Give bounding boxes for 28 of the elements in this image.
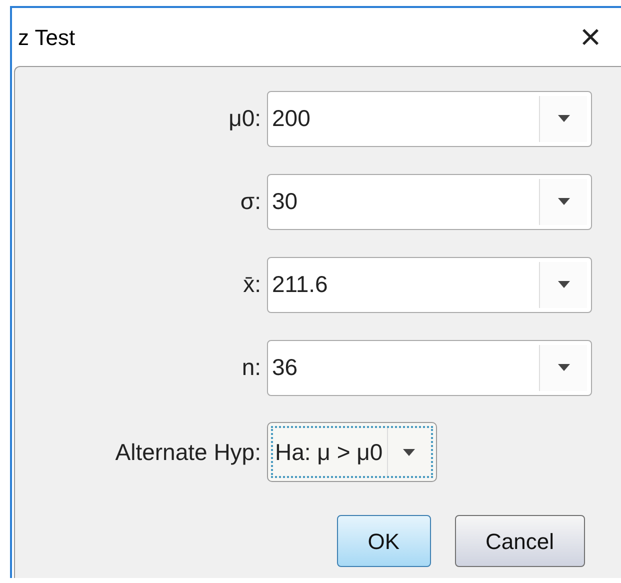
dialog-button[interactable]: OK <box>336 515 431 567</box>
dropdown-button[interactable] <box>539 344 587 390</box>
caret-icon <box>558 115 570 122</box>
field-label: Alternate Hyp: <box>114 438 262 467</box>
field-label: n: <box>240 353 262 382</box>
caret-icon <box>558 198 570 205</box>
field-label: μ0: <box>228 104 262 134</box>
close-button[interactable]: × <box>572 19 609 55</box>
caret-icon <box>558 364 570 371</box>
window-title: z Test <box>18 24 76 52</box>
field-label: σ: <box>239 187 262 216</box>
dropdown-button[interactable] <box>539 96 587 142</box>
combo-field[interactable]: 30 <box>267 174 592 230</box>
field-value: 30 <box>271 187 299 216</box>
caret-icon <box>558 281 570 288</box>
caret-icon <box>403 448 416 456</box>
field-value: 200 <box>271 104 312 134</box>
field-value: 211.6 <box>271 270 329 300</box>
combo-field[interactable]: 36 <box>267 340 592 396</box>
combo-field[interactable]: 200 <box>267 90 592 146</box>
field-value: Ha: μ > μ0 <box>274 438 384 467</box>
dialog-button[interactable]: Cancel <box>454 515 585 567</box>
dropdown-button[interactable] <box>539 262 587 308</box>
combo-field[interactable]: Ha: μ > μ0 <box>267 422 437 482</box>
field-label: x̄: <box>242 270 262 300</box>
field-value: 36 <box>271 353 299 382</box>
combo-field[interactable]: 211.6 <box>267 256 592 312</box>
dropdown-button[interactable] <box>539 178 587 224</box>
